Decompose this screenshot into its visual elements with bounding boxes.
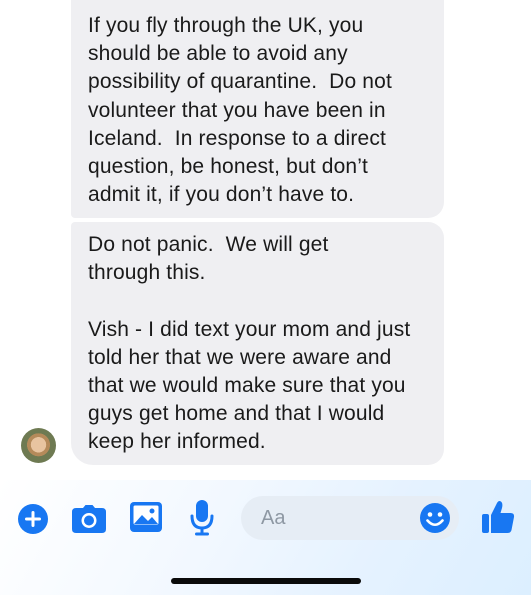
message-thread: If you fly through the UK, you should be… <box>0 0 531 480</box>
sender-avatar[interactable] <box>21 428 56 463</box>
camera-icon[interactable] <box>72 505 106 533</box>
thumbs-up-icon[interactable] <box>481 500 515 534</box>
gallery-icon[interactable] <box>130 502 162 532</box>
home-indicator <box>171 578 361 584</box>
message-bubble[interactable]: Do not panic. We will get through this. … <box>71 222 444 465</box>
plus-icon[interactable] <box>17 503 49 535</box>
emoji-icon[interactable] <box>419 502 451 534</box>
message-bubble[interactable]: If you fly through the UK, you should be… <box>71 0 444 218</box>
microphone-icon[interactable] <box>190 500 214 536</box>
